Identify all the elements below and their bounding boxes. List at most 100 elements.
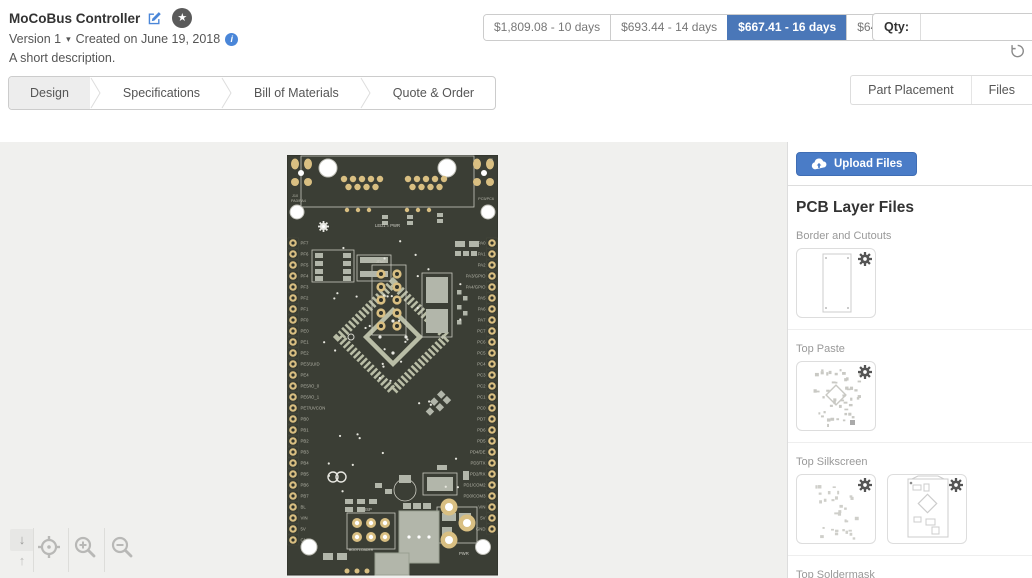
silkscreen-gear-mark: [318, 221, 329, 232]
svg-text:PB4: PB4: [301, 461, 310, 466]
version-dropdown-caret-icon[interactable]: ▾: [66, 34, 71, 45]
svg-text:PC0: PC0: [477, 406, 486, 411]
svg-text:BOOTLOADER: BOOTLOADER: [349, 548, 374, 552]
history-reset-icon[interactable]: [1010, 43, 1025, 58]
tab-separator-chevron: [90, 77, 102, 109]
tab-separator-chevron: [360, 77, 372, 109]
layer-settings-gear-icon[interactable]: [858, 252, 872, 266]
svg-text:PF5: PF5: [301, 263, 309, 268]
svg-text:BL: BL: [301, 505, 307, 510]
svg-text:VIN: VIN: [478, 505, 485, 510]
layer-thumbnail-border-cutouts[interactable]: [796, 248, 876, 318]
svg-text:PD2/RX: PD2/RX: [470, 472, 486, 477]
tab-quote-and-order[interactable]: Quote & Order: [372, 77, 495, 109]
svg-text:PE6/IO_1: PE6/IO_1: [301, 395, 320, 400]
svg-text:PF3: PF3: [301, 285, 309, 290]
files-button[interactable]: Files: [971, 76, 1032, 104]
svg-text:PWR: PWR: [459, 551, 469, 556]
layer-thumbnail-top-paste[interactable]: [796, 361, 876, 431]
svg-text:PF1: PF1: [301, 307, 309, 312]
svg-text:PF4: PF4: [301, 274, 309, 279]
svg-text:PC1: PC1: [477, 395, 486, 400]
section-divider: [788, 329, 1032, 330]
cloud-upload-icon: [811, 158, 827, 170]
section-label-border-cutouts: Border and Cutouts: [796, 230, 1032, 242]
zoom-out-button[interactable]: [109, 534, 135, 560]
project-header: MoCoBus Controller ★ Version 1 ▾ Created…: [9, 8, 238, 65]
info-icon[interactable]: i: [225, 33, 238, 46]
svg-text:PB0: PB0: [301, 417, 310, 422]
edit-title-icon[interactable]: [147, 11, 162, 26]
part-placement-button[interactable]: Part Placement: [851, 76, 970, 104]
svg-text:VIN: VIN: [301, 516, 308, 521]
app-window: MoCoBus Controller ★ Version 1 ▾ Created…: [0, 0, 1032, 578]
control-divider: [104, 528, 105, 572]
svg-text:PB6: PB6: [301, 483, 310, 488]
files-panel: Upload Files PCB Layer Files Border and …: [787, 142, 1032, 578]
layer-thumbnail-top-silkscreen-2[interactable]: [887, 474, 967, 544]
svg-text:PE4: PE4: [301, 373, 310, 378]
layer-settings-gear-icon[interactable]: [858, 365, 872, 379]
svg-text:PB2: PB2: [301, 439, 310, 444]
section-label-top-soldermask: Top Soldermask: [796, 569, 1032, 578]
project-description: A short description.: [9, 51, 238, 65]
svg-text:PA3/PA4: PA3/PA4: [291, 199, 306, 203]
layer-thumbnail-top-silkscreen-1[interactable]: [796, 474, 876, 544]
zoom-in-button[interactable]: [72, 534, 98, 560]
section-divider: [788, 442, 1032, 443]
svg-text:PD0/COM3: PD0/COM3: [464, 494, 487, 499]
svg-text:PA7: PA7: [478, 318, 486, 323]
quantity-input[interactable]: [921, 14, 1032, 40]
svg-text:PD4/DE: PD4/DE: [470, 450, 486, 455]
svg-text:PD1/COM2: PD1/COM2: [464, 483, 487, 488]
price-option-16-days-selected[interactable]: $667.41 - 16 days: [727, 15, 846, 40]
created-label: Created on June 19, 2018: [76, 32, 221, 46]
layer-settings-gear-icon[interactable]: [858, 478, 872, 492]
favorite-star-icon[interactable]: ★: [172, 8, 192, 28]
tab-bill-of-materials[interactable]: Bill of Materials: [233, 77, 360, 109]
section-label-top-silkscreen: Top Silkscreen: [796, 456, 1032, 468]
svg-text:PA2: PA2: [478, 263, 486, 268]
pcb-viewport[interactable]: J10 PA3/PA4 PC5/PC6 J3 PF7PF6PF5PF4PF3PF…: [0, 142, 788, 578]
main-tab-bar: Design Specifications Bill of Materials …: [8, 76, 496, 110]
svg-text:PE7/UVCON: PE7/UVCON: [301, 406, 326, 411]
svg-text:ISP: ISP: [365, 507, 372, 512]
pan-down-button[interactable]: ↓: [10, 529, 34, 551]
center-crosshair-button[interactable]: [36, 534, 62, 560]
svg-text:PA5: PA5: [478, 296, 486, 301]
svg-text:PE2: PE2: [301, 351, 310, 356]
svg-text:PC7: PC7: [477, 329, 486, 334]
svg-text:PB7: PB7: [301, 494, 310, 499]
svg-text:PB5: PB5: [301, 472, 310, 477]
tab-design[interactable]: Design: [9, 77, 90, 109]
svg-text:PF7: PF7: [301, 241, 309, 246]
svg-text:PF2: PF2: [301, 296, 309, 301]
svg-text:5V: 5V: [480, 516, 485, 521]
layer-settings-gear-icon[interactable]: [949, 478, 963, 492]
svg-text:PC3: PC3: [477, 373, 486, 378]
svg-text:PE0: PE0: [301, 329, 310, 334]
tab-separator-chevron: [221, 77, 233, 109]
pan-up-button[interactable]: ↑: [10, 551, 34, 571]
svg-text:PD5: PD5: [477, 439, 486, 444]
upload-files-button[interactable]: Upload Files: [796, 152, 917, 176]
svg-text:PA4/GPIO: PA4/GPIO: [466, 285, 486, 290]
svg-text:PE1: PE1: [301, 340, 310, 345]
svg-text:PD3/TX: PD3/TX: [470, 461, 485, 466]
svg-text:PF6: PF6: [301, 252, 309, 257]
tab-specifications[interactable]: Specifications: [102, 77, 221, 109]
pcb-board-render: J10 PA3/PA4 PC5/PC6 J3 PF7PF6PF5PF4PF3PF…: [287, 155, 498, 578]
control-divider: [68, 528, 69, 572]
svg-text:J10: J10: [292, 194, 298, 198]
svg-text:PC2: PC2: [477, 384, 486, 389]
svg-text:PF0: PF0: [301, 318, 309, 323]
section-divider: [788, 555, 1032, 556]
price-option-10-days[interactable]: $1,809.08 - 10 days: [484, 15, 610, 40]
price-option-14-days[interactable]: $693.44 - 14 days: [610, 15, 727, 40]
svg-text:PE3/1UID: PE3/1UID: [301, 362, 320, 367]
svg-text:JTAG: JTAG: [376, 260, 385, 264]
project-title: MoCoBus Controller: [9, 11, 140, 26]
upload-files-label: Upload Files: [834, 158, 902, 170]
quantity-widget: Qty:: [872, 13, 1032, 41]
svg-text:PA6: PA6: [478, 307, 486, 312]
